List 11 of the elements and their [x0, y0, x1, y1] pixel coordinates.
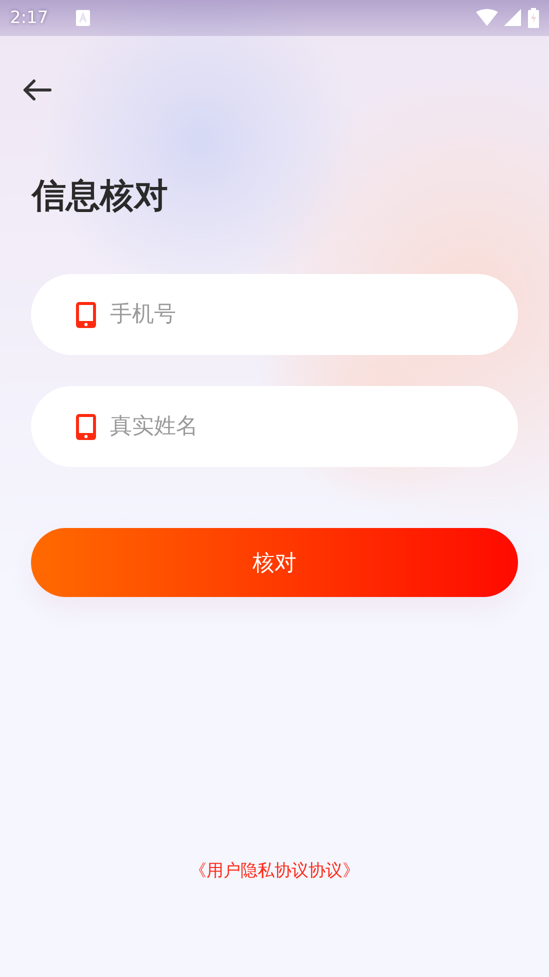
input-field[interactable]: 真实姓名: [31, 386, 518, 468]
wifi-icon: [476, 9, 498, 27]
battery-icon: [528, 8, 539, 28]
signal-icon: [504, 9, 522, 27]
verify-button[interactable]: 核对: [31, 528, 518, 598]
input-field[interactable]: 手机号: [31, 274, 518, 356]
notification-icon: [76, 10, 90, 26]
status-time: 2:17: [10, 8, 48, 28]
page-title: 信息核对: [32, 175, 169, 218]
privacy-agreement-link[interactable]: 《用户隐私协议协议》: [190, 859, 360, 882]
back-arrow-icon[interactable]: [22, 78, 52, 102]
